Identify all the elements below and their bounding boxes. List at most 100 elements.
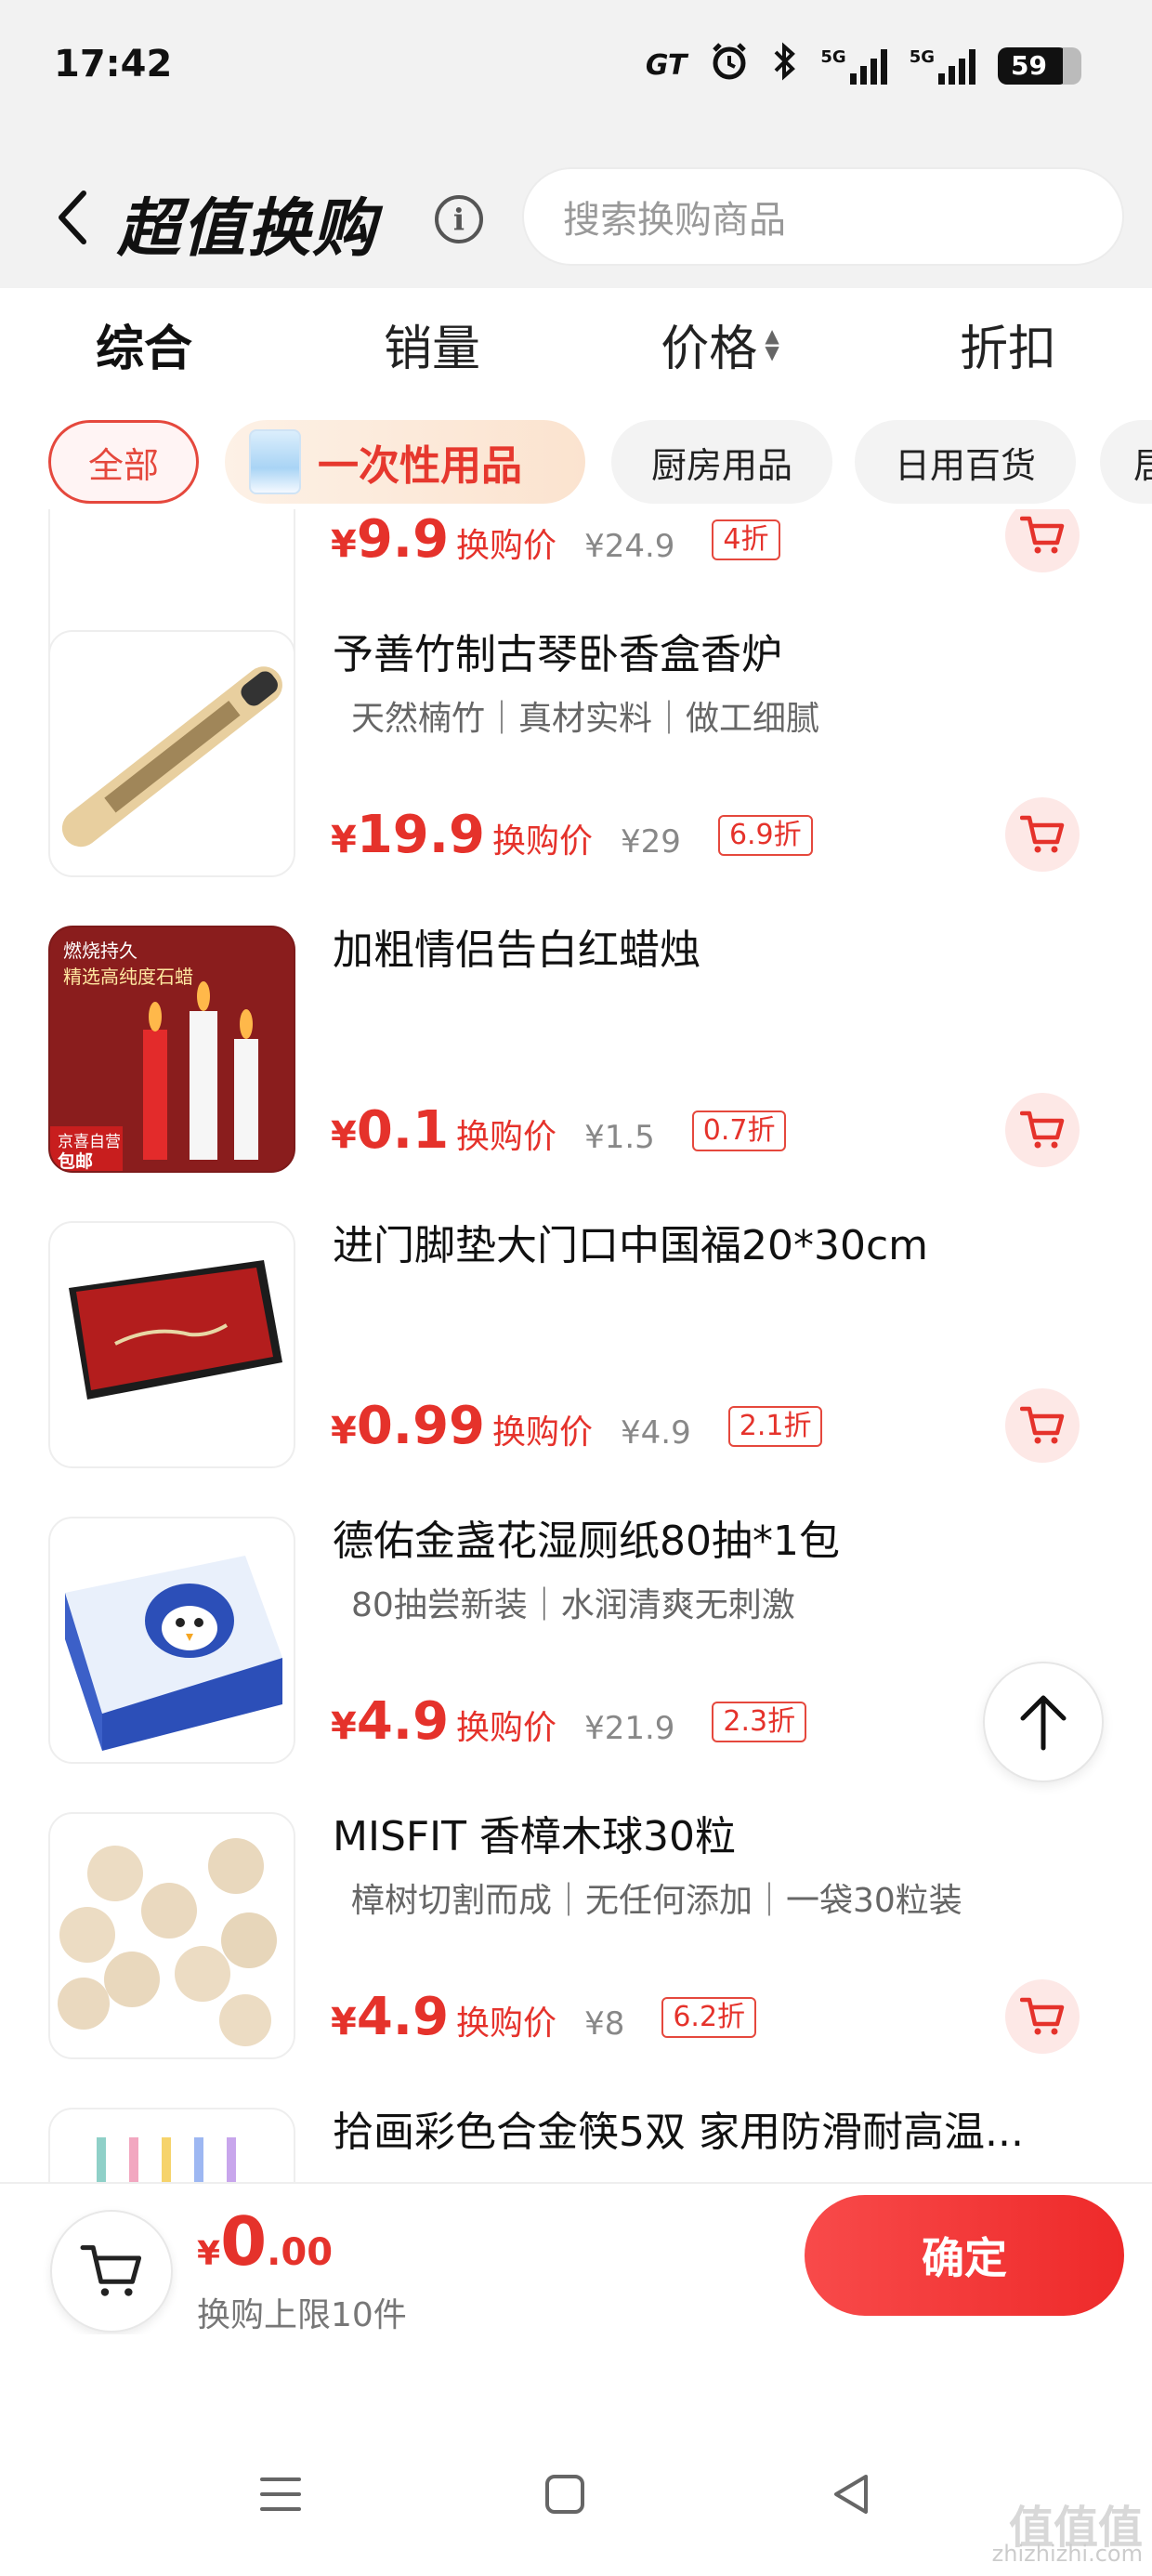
back-triangle-icon[interactable] (814, 2457, 888, 2531)
add-to-cart-button[interactable] (1005, 797, 1080, 872)
discount-badge: 2.3折 (712, 1701, 807, 1742)
exchange-price-label: 换购价 (456, 1709, 557, 1747)
battery-level: 59 (1011, 50, 1047, 81)
discount-badge: 6.9折 (717, 814, 813, 856)
total-currency: ¥ (197, 2235, 221, 2273)
alarm-icon (709, 41, 750, 90)
tab-label: 折扣 (959, 321, 1056, 377)
original-price: ¥8 (584, 2005, 625, 2043)
status-icons: GT 5G 5G 59 (645, 41, 1081, 90)
exchange-price: 4.9 (356, 1987, 450, 2047)
tissue-box-icon (249, 429, 301, 494)
chevron-left-icon (59, 191, 86, 244)
product-title: 加粗情侣告白红蜡烛 (333, 927, 700, 974)
confirm-button[interactable]: 确定 (805, 2195, 1124, 2316)
back-button[interactable] (45, 180, 100, 255)
original-price: ¥24.9 (584, 528, 675, 565)
product-tags: 樟树切割而成｜无任何添加｜一袋30粒装 (351, 1882, 962, 1920)
tab-comprehensive[interactable]: 综合 (0, 288, 288, 400)
product-image[interactable] (48, 1517, 295, 1764)
product-list[interactable]: ¥ 9.9 换购价 ¥24.9 4折 予善竹制古琴卧香盒香炉 天然楠竹｜真材实料… (0, 509, 1152, 2182)
product-image[interactable] (48, 630, 295, 877)
exchange-price-label: 换购价 (492, 1413, 594, 1452)
chip-kitchen[interactable]: 厨房用品 (611, 420, 832, 504)
tab-sales[interactable]: 销量 (288, 288, 576, 400)
sort-arrows-icon: ▲ ▼ (765, 324, 779, 363)
bluetooth-icon (772, 41, 798, 90)
home-icon[interactable] (528, 2457, 602, 2531)
tab-label: 价格 (661, 321, 758, 377)
network-label: 5G (820, 46, 846, 67)
thumb-text: 京喜自营 (58, 1133, 121, 1151)
cart-icon (1020, 516, 1065, 554)
exchange-price-label: 换购价 (456, 1118, 557, 1156)
page-title: 超值换购 (117, 192, 378, 266)
product-tags: 80抽尝新装｜水润清爽无刺激 (351, 1586, 795, 1624)
cart-icon (1020, 815, 1065, 853)
add-to-cart-button[interactable] (1005, 1093, 1080, 1167)
price-currency: ¥ (331, 1705, 357, 1748)
add-to-cart-button[interactable] (1005, 509, 1080, 572)
price-row: ¥ 0.1 换购价 ¥1.5 0.7折 (331, 1100, 787, 1161)
header: 超值换购 i 搜索换购商品 (0, 139, 1152, 288)
search-input[interactable]: 搜索换购商品 (522, 167, 1124, 266)
tab-price[interactable]: 价格 ▲ ▼ (576, 288, 864, 400)
thumb-text: 包邮 (58, 1150, 93, 1172)
menu-icon[interactable] (243, 2457, 318, 2531)
watermark-url: zhizhizhi.com (991, 2541, 1143, 2567)
tab-label: 销量 (383, 321, 480, 377)
product-image[interactable] (48, 1221, 295, 1468)
tab-discount[interactable]: 折扣 (864, 288, 1152, 400)
info-icon[interactable]: i (435, 195, 483, 243)
product-item[interactable]: 拾画彩色合金筷5双 家用防滑耐高温... (0, 2098, 1152, 2182)
exchange-price-label: 换购价 (456, 527, 557, 565)
price-currency: ¥ (331, 1114, 357, 1157)
product-item[interactable]: 燃烧持久 精选高纯度石蜡 京喜自营 包邮 加粗情侣告白红蜡烛 ¥ 0.1 换购价… (0, 916, 1152, 1212)
price-currency: ¥ (331, 819, 357, 861)
product-item[interactable]: MISFIT 香樟木球30粒 樟树切割而成｜无任何添加｜一袋30粒装 ¥ 4.9… (0, 1803, 1152, 2098)
product-item[interactable]: 进门脚垫大门口中国福20*30cm ¥ 0.99 换购价 ¥4.9 2.1折 (0, 1212, 1152, 1507)
watermark: 值值值 zhizhizhi.com (991, 2502, 1143, 2567)
chip-more[interactable]: 居 (1100, 420, 1152, 504)
chip-label: 一次性用品 (318, 442, 522, 490)
discount-badge: 6.2折 (661, 1996, 757, 2038)
product-image[interactable]: 燃烧持久 精选高纯度石蜡 京喜自营 包邮 (48, 926, 295, 1173)
chip-daily[interactable]: 日用百货 (855, 420, 1076, 504)
price-row: ¥ 4.9 换购价 ¥21.9 2.3折 (331, 1691, 807, 1752)
product-title: MISFIT 香樟木球30粒 (333, 1813, 737, 1860)
price-currency: ¥ (331, 1410, 357, 1452)
cart-icon (1020, 1406, 1065, 1444)
add-to-cart-button[interactable] (1005, 1979, 1080, 2054)
discount-badge: 0.7折 (691, 1110, 787, 1151)
total-price: ¥ 0 .00 (197, 2202, 333, 2280)
product-tags: 天然楠竹｜真材实料｜做工细腻 (351, 700, 820, 738)
discount-badge: 4折 (712, 519, 780, 560)
network-label: 5G (909, 46, 935, 67)
product-item[interactable]: 德佑金盏花湿厕纸80抽*1包 80抽尝新装｜水润清爽无刺激 ¥ 4.9 换购价 … (0, 1507, 1152, 1803)
status-time: 17:42 (54, 43, 173, 85)
product-image[interactable] (48, 2108, 295, 2182)
price-currency: ¥ (331, 2001, 357, 2044)
bottom-bar: ¥ 0 .00 换购上限10件 确定 (0, 2182, 1152, 2334)
battery-icon: 59 (998, 46, 1081, 85)
price-row: ¥ 19.9 换购价 ¥29 6.9折 (331, 805, 813, 865)
chip-disposable[interactable]: 一次性用品 (225, 420, 585, 504)
product-image[interactable] (48, 1812, 295, 2059)
add-to-cart-button[interactable] (1005, 1388, 1080, 1463)
arrow-up-icon (1020, 1695, 1067, 1751)
gt-icon: GT (645, 49, 687, 82)
exchange-price: 0.99 (356, 1396, 486, 1456)
total-decimal: .00 (267, 2231, 334, 2274)
discount-badge: 2.1折 (727, 1405, 823, 1447)
sort-tabs: 综合 销量 价格 ▲ ▼ 折扣 (0, 288, 1152, 400)
product-item[interactable]: 予善竹制古琴卧香盒香炉 天然楠竹｜真材实料｜做工细腻 ¥ 19.9 换购价 ¥2… (0, 621, 1152, 916)
signal-icon: 5G (910, 47, 975, 85)
exchange-price: 9.9 (356, 509, 450, 570)
back-to-top-button[interactable] (983, 1662, 1104, 1782)
chip-all[interactable]: 全部 (48, 420, 199, 504)
price-row: ¥ 9.9 换购价 ¥24.9 4折 (331, 509, 780, 570)
cart-button[interactable] (50, 2210, 173, 2333)
exchange-price: 0.1 (356, 1100, 450, 1161)
tab-label: 综合 (95, 321, 192, 377)
watermark-logo: 值值值 (1008, 2502, 1143, 2554)
